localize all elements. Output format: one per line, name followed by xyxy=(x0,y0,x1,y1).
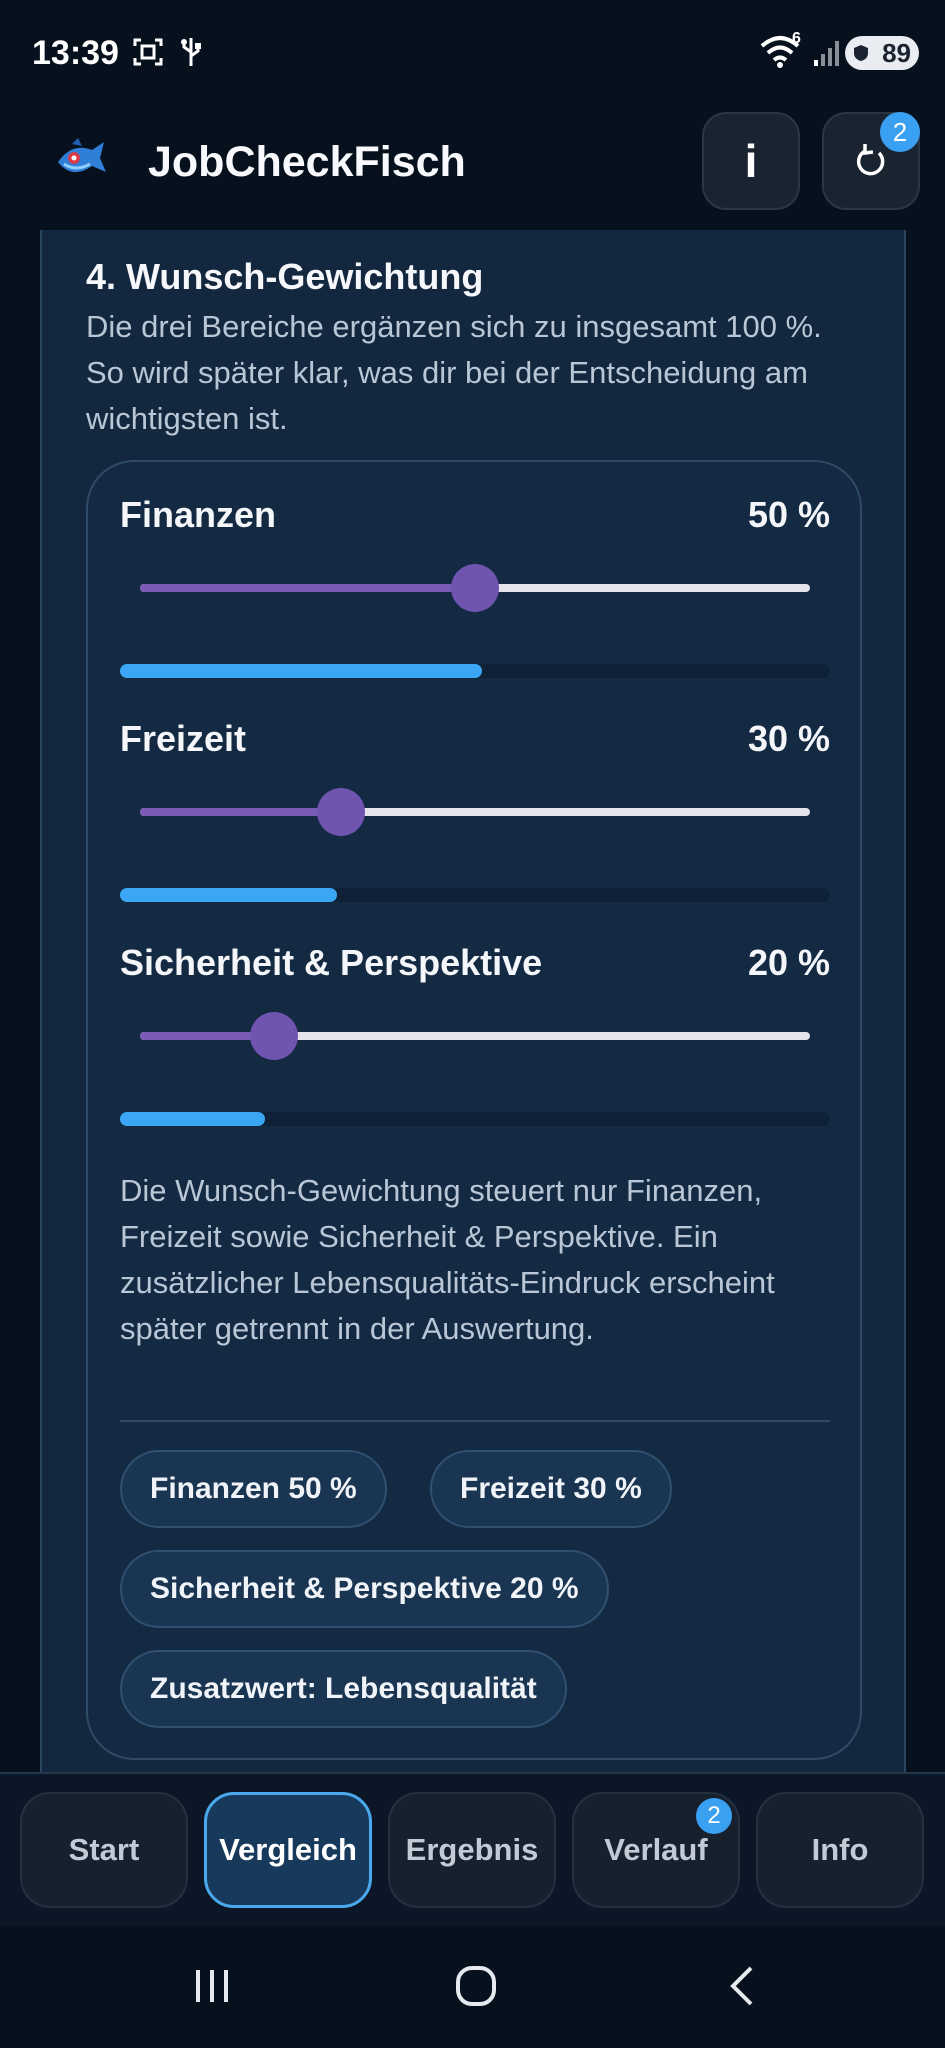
progress-fill xyxy=(120,1112,265,1126)
slider-freizeit: Freizeit 30 % xyxy=(120,718,830,918)
nav-label: Verlauf xyxy=(604,1832,708,1867)
system-navigation xyxy=(0,1926,945,2048)
weighting-note: Die Wunsch-Gewichtung steuert nur Finanz… xyxy=(120,1173,775,1346)
slider-label: Freizeit xyxy=(120,718,247,759)
battery-icon: 89 xyxy=(845,36,919,70)
app-header: JobCheckFisch i 2 xyxy=(0,100,945,230)
slider-value: 50 % xyxy=(747,494,830,535)
back-icon[interactable] xyxy=(702,1956,782,2016)
section-description: Die drei Bereiche ergänzen sich zu insge… xyxy=(86,309,822,436)
slider-track[interactable] xyxy=(140,1012,810,1060)
nav-label: Start xyxy=(68,1832,140,1867)
slider-sicherheit: Sicherheit & Perspektive 20 % xyxy=(120,942,830,1142)
chip-freizeit: Freizeit 30 % xyxy=(430,1450,672,1528)
slider-thumb[interactable] xyxy=(317,788,365,836)
progress-bar xyxy=(120,888,830,902)
reset-icon xyxy=(856,144,885,176)
recent-apps-icon[interactable] xyxy=(172,1956,252,2016)
info-button[interactable]: i xyxy=(702,112,800,210)
fish-logo-icon xyxy=(52,136,108,186)
chip-sicherheit: Sicherheit & Perspektive 20 % xyxy=(120,1550,609,1628)
verlauf-badge: 2 xyxy=(696,1798,732,1834)
progress-fill xyxy=(120,664,483,678)
status-bar: 13:39 6 89 xyxy=(0,0,945,100)
slider-value: 30 % xyxy=(747,718,830,759)
nav-verlauf[interactable]: Verlauf 2 xyxy=(572,1792,740,1908)
nav-label: Vergleich xyxy=(219,1832,357,1867)
home-icon[interactable] xyxy=(436,1956,516,2016)
wifi-badge: 6 xyxy=(792,30,801,47)
reset-button[interactable]: 2 xyxy=(822,112,920,210)
status-time: 13:39 xyxy=(32,34,119,72)
slider-value: 20 % xyxy=(747,942,830,983)
nav-start[interactable]: Start xyxy=(20,1792,188,1908)
screenshot-icon xyxy=(132,36,164,73)
sliders-panel: Finanzen 50 % Freizeit 30 % Sicherheit &… xyxy=(86,460,862,1760)
slider-label: Finanzen xyxy=(120,494,277,535)
info-button-label: i xyxy=(744,135,758,187)
section-title: 4. Wunsch-Gewichtung xyxy=(86,256,484,297)
reset-badge: 2 xyxy=(880,112,920,152)
chip-lebensqualitaet: Zusatzwert: Lebensqualität xyxy=(120,1650,567,1728)
slider-track[interactable] xyxy=(140,788,810,836)
chip-finanzen: Finanzen 50 % xyxy=(120,1450,387,1528)
usb-icon xyxy=(180,36,202,73)
battery-level: 89 xyxy=(882,37,911,68)
nav-label: Info xyxy=(811,1832,869,1867)
nav-vergleich[interactable]: Vergleich xyxy=(204,1792,372,1908)
slider-fill xyxy=(140,584,475,592)
nav-info[interactable]: Info xyxy=(756,1792,924,1908)
bottom-navigation: Start Vergleich Ergebnis Verlauf 2 Info xyxy=(0,1772,945,1926)
slider-thumb[interactable] xyxy=(451,564,499,612)
divider xyxy=(120,1420,830,1422)
weighting-card: 4. Wunsch-Gewichtung Die drei Bereiche e… xyxy=(40,230,906,1790)
app-title: JobCheckFisch xyxy=(148,138,466,186)
slider-thumb[interactable] xyxy=(250,1012,298,1060)
wifi-icon: 6 xyxy=(760,30,804,73)
progress-fill xyxy=(120,888,338,902)
slider-track[interactable] xyxy=(140,564,810,612)
slider-finanzen: Finanzen 50 % xyxy=(120,494,830,694)
nav-label: Ergebnis xyxy=(405,1832,539,1867)
signal-icon xyxy=(812,38,842,73)
nav-ergebnis[interactable]: Ergebnis xyxy=(388,1792,556,1908)
progress-bar xyxy=(120,664,830,678)
progress-bar xyxy=(120,1112,830,1126)
shield-icon xyxy=(854,45,868,61)
slider-fill xyxy=(140,808,341,816)
slider-label: Sicherheit & Perspektive xyxy=(120,942,543,983)
